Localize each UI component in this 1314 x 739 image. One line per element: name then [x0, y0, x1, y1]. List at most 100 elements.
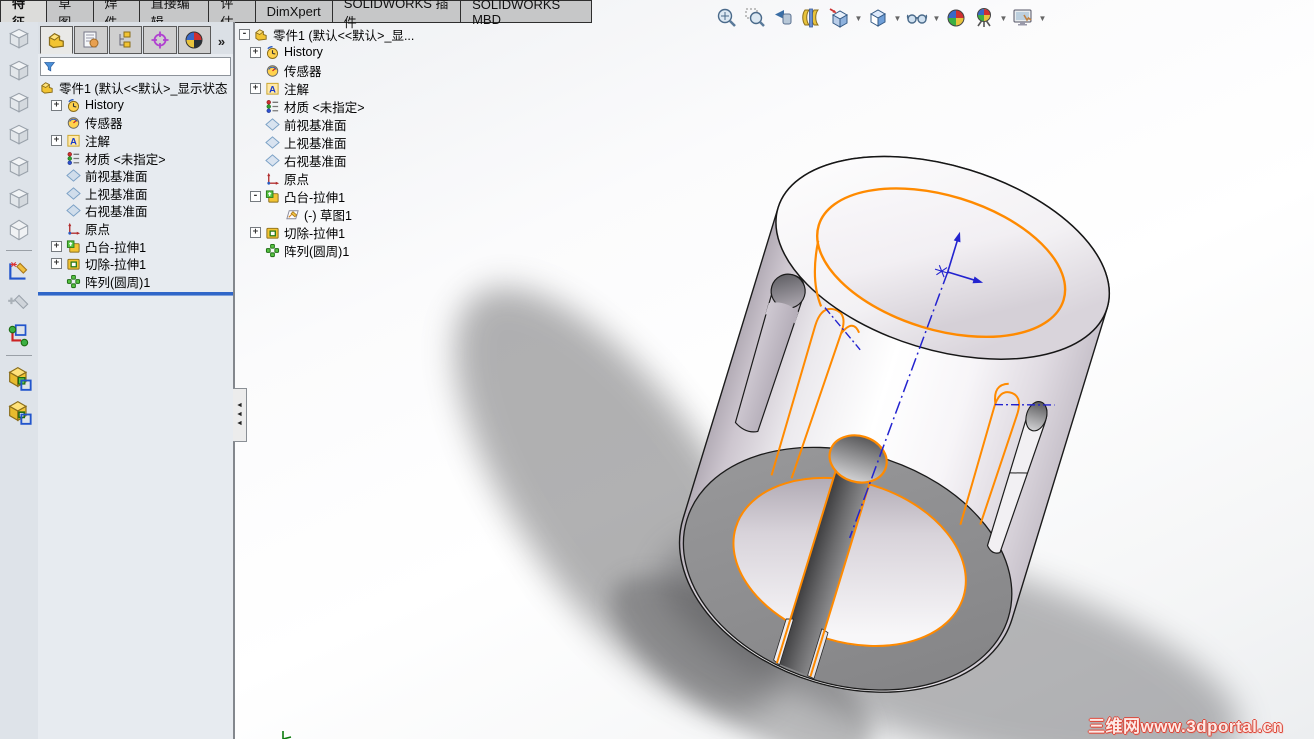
propertymanager-tab[interactable]	[74, 26, 108, 54]
tree-item-icon	[66, 239, 81, 254]
ribbon-tab[interactable]: 焊件	[92, 0, 139, 30]
tree-item-label: History	[85, 98, 124, 113]
tree-item[interactable]: 前视基准面	[38, 167, 233, 185]
tree-item[interactable]: 零件1 (默认<<默认>_显示状态	[38, 79, 233, 97]
ribbon-tab[interactable]: SOLIDWORKS 插件	[331, 0, 461, 30]
tree-item-label: History	[284, 45, 323, 59]
tree-item-label: 阵列(圆周)1	[284, 244, 350, 259]
expander-box[interactable]: +	[51, 99, 62, 111]
tree-item[interactable]: 右视基准面	[237, 151, 414, 169]
apply-scene-icon[interactable]	[971, 5, 997, 31]
tree-item[interactable]: 原点	[237, 169, 414, 187]
expander-box[interactable]: +	[51, 135, 62, 147]
display-style-dropdown[interactable]: ▼	[893, 14, 902, 23]
tree-item[interactable]: 原点	[38, 220, 233, 238]
tree-item-icon	[66, 115, 81, 130]
tree-item-label: 前视基准面	[85, 170, 148, 185]
tree-item[interactable]: - 凸台-拉伸1	[237, 187, 414, 205]
tree-item[interactable]: + History	[38, 97, 233, 115]
expander-box[interactable]: +	[51, 240, 62, 252]
hide-show-items-dropdown[interactable]: ▼	[932, 14, 941, 23]
tree-item-label: 材质 <未指定>	[284, 100, 365, 115]
expander-box[interactable]: +	[51, 258, 62, 270]
view-cube-2-icon[interactable]	[6, 57, 32, 83]
sketch-3d-icon[interactable]	[6, 258, 32, 284]
ribbon-tab[interactable]: SOLIDWORKS MBD	[460, 0, 592, 27]
view-cube-3-icon[interactable]	[6, 89, 32, 115]
ribbon-tab[interactable]: DimXpert	[254, 0, 332, 23]
reference-triad-icon	[282, 731, 292, 739]
tree-item[interactable]: 上视基准面	[237, 133, 414, 151]
tree-item-icon	[66, 168, 81, 183]
view-cube-isometric-icon[interactable]	[6, 217, 32, 243]
tree-item[interactable]: + 注解	[38, 132, 233, 150]
hide-show-items-icon[interactable]	[904, 5, 930, 31]
tree-item-icon	[265, 117, 280, 132]
edit-sketch-disabled-icon[interactable]	[6, 290, 32, 316]
previous-view-icon[interactable]	[770, 5, 796, 31]
view-cube-6-icon[interactable]	[6, 185, 32, 211]
display-sphere-icon	[185, 31, 203, 49]
tree-item[interactable]: 右视基准面	[38, 202, 233, 220]
tree-item[interactable]: 上视基准面	[38, 185, 233, 203]
panel-collapse-handle[interactable]: ◄ ◄ ◄	[233, 388, 247, 442]
expander-box[interactable]: +	[250, 226, 261, 238]
tree-item-icon	[265, 45, 280, 60]
section-view-icon[interactable]	[798, 5, 824, 31]
ribbon-tab[interactable]: 评估	[208, 0, 255, 30]
view-orientation-icon[interactable]	[826, 5, 852, 31]
configuration-tree-icon	[119, 31, 131, 48]
configurationmanager-tab[interactable]	[108, 26, 143, 54]
expander-box[interactable]: -	[250, 190, 261, 202]
view-settings-dropdown[interactable]: ▼	[1038, 14, 1047, 23]
expander-box[interactable]: +	[250, 82, 261, 94]
edit-appearance-icon[interactable]	[943, 5, 969, 31]
tree-item[interactable]: 阵列(圆周)1	[38, 273, 233, 291]
tree-item[interactable]: + 切除-拉伸1	[38, 255, 233, 273]
tree-item[interactable]: + 注解	[237, 79, 414, 97]
tree-item-label: (-) 草图1	[304, 208, 352, 223]
ribbon-tab[interactable]: 草图	[46, 0, 93, 30]
tree-item-icon	[265, 189, 280, 204]
view-orientation-dropdown[interactable]: ▼	[854, 14, 863, 23]
display-style-icon[interactable]	[865, 5, 891, 31]
tree-item[interactable]: 传感器	[38, 114, 233, 132]
filter-input[interactable]	[59, 59, 228, 74]
panel-tab-overflow-button[interactable]: »	[212, 28, 231, 54]
ribbon-tab[interactable]: 直接编辑	[138, 0, 209, 30]
route-line-icon[interactable]	[6, 322, 32, 348]
zoom-to-area-icon[interactable]	[742, 5, 768, 31]
featuremanager-tab[interactable]	[40, 26, 74, 54]
view-cube-5-icon[interactable]	[6, 153, 32, 179]
instant3d-cut-icon[interactable]	[5, 397, 33, 425]
tree-item-label: 注解	[85, 135, 111, 150]
tree-item[interactable]: 阵列(圆周)1	[237, 241, 414, 259]
tree-item[interactable]: (-) 草图1	[237, 205, 414, 223]
tree-item[interactable]: + History	[237, 43, 414, 61]
view-cube-1-icon[interactable]	[6, 25, 32, 51]
tree-item[interactable]: + 切除-拉伸1	[237, 223, 414, 241]
zoom-to-fit-icon[interactable]	[714, 5, 740, 31]
rollback-bar[interactable]	[38, 292, 233, 296]
view-cube-4-icon[interactable]	[6, 121, 32, 147]
displaymanager-tab[interactable]	[177, 26, 211, 54]
tree-item[interactable]: + 凸台-拉伸1	[38, 237, 233, 255]
tree-item-icon	[66, 98, 81, 113]
tree-item-icon	[40, 80, 55, 95]
tree-item[interactable]: 材质 <未指定>	[237, 97, 414, 115]
tree-item[interactable]: 材质 <未指定>	[38, 149, 233, 167]
instant3d-boss-icon[interactable]	[5, 363, 33, 391]
filter-funnel-icon	[43, 60, 56, 73]
tree-item-label: 右视基准面	[284, 154, 347, 169]
tree-item[interactable]: 前视基准面	[237, 115, 414, 133]
expander-box[interactable]: +	[250, 46, 261, 58]
tree-item-label: 前视基准面	[284, 118, 347, 133]
apply-scene-dropdown[interactable]: ▼	[999, 14, 1008, 23]
dimxpert-target-icon	[151, 31, 169, 49]
tree-item[interactable]: 传感器	[237, 61, 414, 79]
view-settings-icon[interactable]	[1010, 5, 1036, 31]
dimxpertmanager-tab[interactable]	[143, 26, 177, 54]
tree-item-icon	[285, 207, 300, 222]
ribbon-tab[interactable]: 特征	[0, 0, 47, 30]
tree-item-label: 阵列(圆周)1	[85, 275, 151, 290]
